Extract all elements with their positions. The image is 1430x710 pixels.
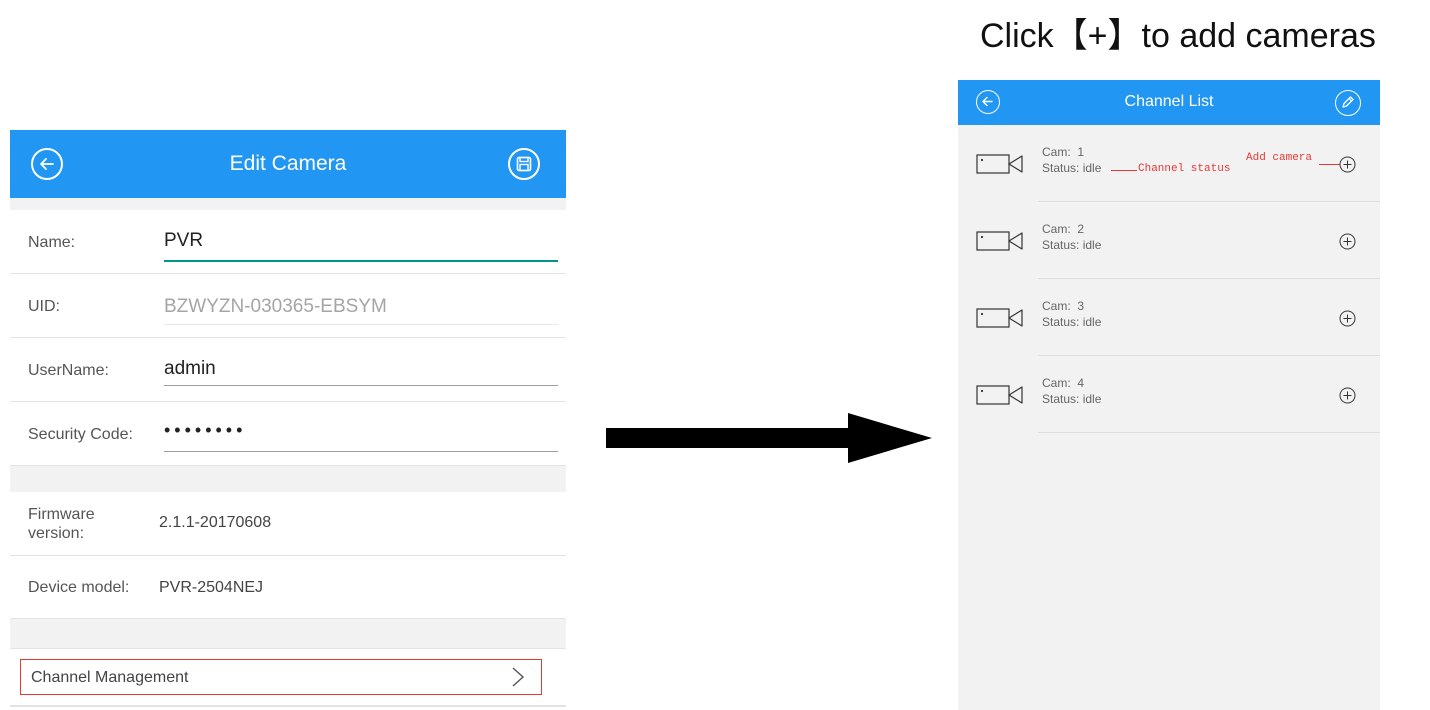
name-input-underline	[164, 260, 558, 262]
channel-row: Cam: 3 Status: idle	[958, 279, 1380, 356]
annotation-connector	[1319, 164, 1340, 165]
pencil-edit-icon	[1342, 96, 1354, 108]
channel-row: Cam: 1 Status: idle Channel status Add c…	[958, 125, 1380, 202]
channel-status: Status: idle	[1042, 238, 1102, 252]
save-disk-icon	[516, 156, 532, 172]
firmware-value: 2.1.1-20170608	[159, 514, 272, 531]
security-code-row: Security Code: ••••••••	[10, 402, 566, 465]
section-gap	[10, 198, 566, 210]
channel-list-header: Channel List	[958, 80, 1380, 125]
video-camera-icon	[976, 154, 1023, 174]
video-camera-icon	[976, 308, 1023, 328]
channel-status: Status: idle	[1042, 392, 1102, 406]
video-camera-icon	[976, 231, 1023, 251]
channel-management-button[interactable]: Channel Management	[20, 659, 542, 695]
device-model-label: Device model:	[28, 579, 130, 596]
name-label: Name:	[28, 234, 76, 251]
page-title: Edit Camera	[229, 152, 347, 175]
firmware-row: Firmware version: 2.1.1-20170608	[10, 492, 566, 555]
channel-name: Cam: 1	[1042, 145, 1085, 159]
divider	[10, 705, 566, 707]
uid-value: BZWYZN-030365-EBSYM	[164, 296, 387, 317]
uid-label: UID:	[28, 298, 60, 315]
page-title: Channel List	[1124, 93, 1214, 110]
section-gap	[10, 618, 566, 649]
add-camera-button[interactable]	[1339, 310, 1356, 327]
add-camera-button[interactable]	[1339, 233, 1356, 250]
add-camera-annotation: Add camera	[1246, 152, 1313, 164]
username-row: UserName: admin	[10, 338, 566, 401]
uid-row: UID: BZWYZN-030365-EBSYM	[10, 274, 566, 337]
annotation-connector	[1111, 170, 1137, 171]
uid-underline	[164, 324, 558, 325]
channel-name: Cam: 2	[1042, 222, 1085, 236]
flow-arrow-icon	[606, 413, 932, 463]
username-input-underline	[164, 385, 558, 386]
edit-camera-header: Edit Camera	[10, 130, 566, 198]
device-model-row: Device model: PVR-2504NEJ	[10, 556, 566, 618]
security-code-input[interactable]: ••••••••	[164, 420, 246, 441]
edit-camera-screen: Edit Camera Name: PVR UID: BZWYZN-030365…	[10, 130, 566, 710]
channel-status: Status: idle	[1042, 315, 1102, 329]
channel-name: Cam: 4	[1042, 376, 1085, 390]
channel-name: Cam: 3	[1042, 299, 1085, 313]
save-button[interactable]	[508, 148, 540, 180]
divider	[10, 648, 566, 649]
instruction-caption: Click【+】to add cameras	[980, 17, 1376, 55]
edit-button[interactable]	[1335, 90, 1361, 116]
channel-row: Cam: 2 Status: idle	[958, 202, 1380, 279]
chevron-right-icon	[512, 667, 525, 687]
username-input[interactable]: admin	[164, 358, 216, 380]
username-label: UserName:	[28, 362, 109, 379]
channel-management-label: Channel Management	[31, 669, 189, 686]
add-camera-button[interactable]	[1339, 156, 1356, 173]
divider	[1038, 432, 1380, 433]
security-code-underline	[164, 451, 558, 452]
device-model-value: PVR-2504NEJ	[159, 579, 264, 596]
channel-status-annotation: Channel status	[1138, 163, 1231, 175]
name-input[interactable]: PVR	[164, 230, 203, 252]
section-gap	[10, 465, 566, 493]
firmware-label: Firmware version:	[28, 505, 95, 543]
video-camera-icon	[976, 385, 1023, 405]
security-code-label: Security Code:	[28, 426, 133, 443]
firmware-label-line1: Firmware	[28, 506, 95, 523]
add-camera-button[interactable]	[1339, 387, 1356, 404]
firmware-label-line2: version:	[28, 525, 85, 542]
channel-row: Cam: 4 Status: idle	[958, 356, 1380, 433]
channel-status: Status: idle	[1042, 161, 1102, 175]
name-row: Name: PVR	[10, 210, 566, 273]
channel-list-screen: Channel List Cam: 1 Status: idle Channel…	[958, 80, 1380, 710]
